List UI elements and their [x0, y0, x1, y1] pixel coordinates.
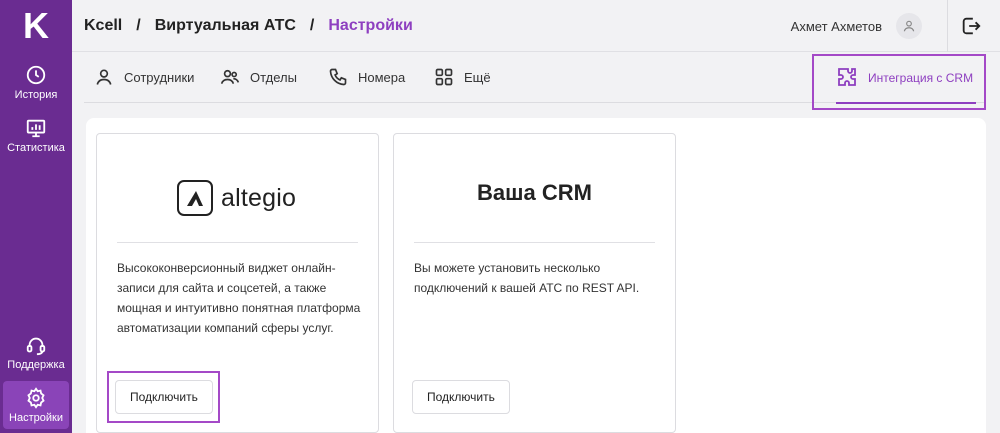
tab-employees[interactable]: Сотрудники — [94, 52, 194, 102]
tab-departments[interactable]: Отделы — [220, 52, 297, 102]
altegio-logo: altegio — [177, 180, 296, 216]
headset-icon — [26, 337, 46, 355]
logout-icon[interactable] — [960, 15, 982, 37]
sidebar-item-label: Настройки — [9, 411, 63, 424]
phone-icon — [329, 68, 347, 86]
sidebar-item-history[interactable]: История — [3, 58, 69, 106]
kcell-logo[interactable]: K — [0, 0, 72, 52]
connect-custom-crm-button[interactable]: Подключить — [412, 380, 510, 414]
active-tab-indicator — [836, 102, 976, 104]
connect-altegio-button[interactable]: Подключить — [115, 380, 213, 414]
settings-tabs: Сотрудники Отделы Номера Ещё Интеграция … — [72, 52, 1000, 110]
breadcrumb-kcell[interactable]: Kcell — [84, 17, 122, 35]
clock-icon — [26, 65, 46, 84]
breadcrumb-settings: Настройки — [328, 17, 413, 34]
header-divider — [947, 0, 948, 52]
top-header: Kcell / Виртуальная АТС / Настройки Ахме… — [72, 0, 1000, 52]
user-menu[interactable]: Ахмет Ахметов — [791, 0, 922, 52]
tab-label: Номера — [358, 69, 406, 85]
tab-label: Интеграция с CRM — [868, 71, 974, 85]
gear-icon — [27, 386, 45, 409]
sidebar-item-label: Статистика — [7, 141, 65, 154]
breadcrumb-virtual-pbx[interactable]: Виртуальная АТС — [155, 17, 296, 35]
monitor-chart-icon — [26, 119, 46, 137]
sidebar-item-label: История — [14, 88, 58, 101]
card-divider — [117, 242, 358, 243]
tab-label: Ещё — [464, 69, 491, 85]
breadcrumb-separator: / — [136, 17, 141, 34]
person-icon — [96, 69, 112, 85]
card-description: Высококонверсионный виджет онлайн-записи… — [117, 261, 361, 335]
card-divider — [414, 242, 655, 243]
integrations-panel: altegio Высококонверсионный виджет онлай… — [86, 118, 986, 433]
tab-label: Отделы — [250, 69, 297, 85]
tab-numbers[interactable]: Номера — [328, 52, 405, 102]
altegio-wordmark: altegio — [221, 183, 297, 212]
sidebar: K История Статистика Поддержка Настройки — [0, 0, 72, 433]
tab-label: Сотрудники — [124, 69, 195, 85]
user-icon — [903, 20, 915, 32]
card-description: Вы можете установить несколько подключен… — [414, 261, 640, 295]
people-icon — [220, 69, 240, 84]
breadcrumb-separator: / — [309, 17, 315, 34]
altegio-mark-icon — [177, 180, 213, 216]
sidebar-item-statistics[interactable]: Статистика — [3, 111, 69, 159]
tab-crm-integration[interactable]: Интеграция с CRM — [812, 54, 986, 110]
user-name: Ахмет Ахметов — [790, 18, 882, 34]
sidebar-item-settings[interactable]: Настройки — [3, 381, 69, 429]
tab-more[interactable]: Ещё — [434, 52, 491, 102]
card-title: Ваша CRM — [477, 180, 592, 205]
sidebar-item-label: Поддержка — [7, 358, 65, 371]
integration-card-custom-crm: Ваша CRM Вы можете установить несколько … — [393, 133, 676, 433]
integration-card-altegio: altegio Высококонверсионный виджет онлай… — [96, 133, 379, 433]
avatar[interactable] — [896, 13, 922, 39]
grid-icon — [435, 68, 453, 86]
breadcrumb: Kcell / Виртуальная АТС / Настройки — [84, 0, 413, 52]
sidebar-item-support[interactable]: Поддержка — [3, 328, 69, 376]
puzzle-icon — [838, 68, 856, 86]
